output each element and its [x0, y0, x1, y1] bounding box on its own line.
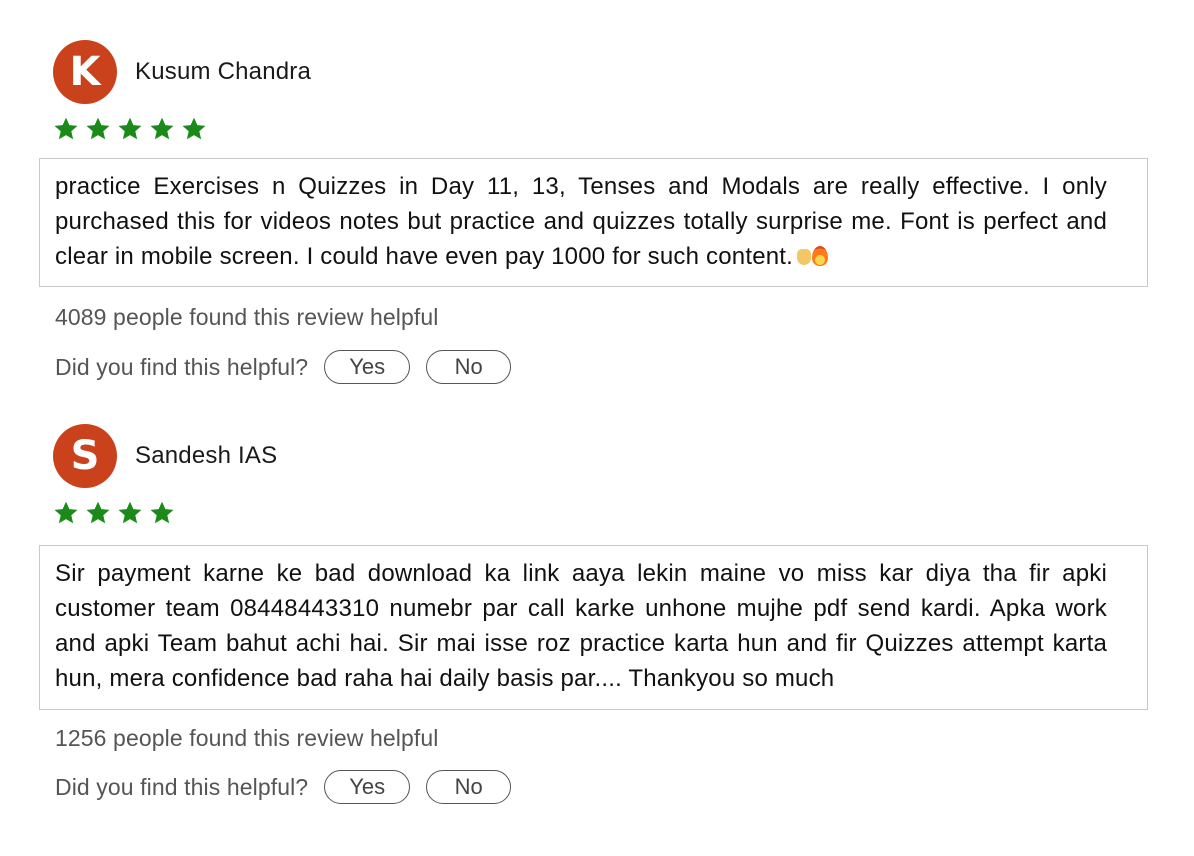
helpful-count: 4089 people found this review helpful: [55, 304, 439, 330]
helpful-feedback-row: Did you find this helpful? Yes No: [55, 770, 512, 804]
review-text-box: practice Exercises n Quizzes in Day 11, …: [39, 158, 1148, 287]
star-icon: [118, 501, 142, 524]
yes-button[interactable]: Yes: [324, 770, 411, 804]
star-icon: [150, 501, 174, 524]
reviewer-name: Kusum Chandra: [135, 58, 312, 85]
star-rating: [53, 500, 175, 526]
review-text-box: Sir payment karne ke bad download ka lin…: [39, 545, 1148, 710]
reviewer-name: Sandesh IAS: [135, 442, 278, 469]
star-icon: [150, 117, 174, 140]
review-text: practice Exercises n Quizzes in Day 11, …: [55, 173, 1107, 270]
helpful-count: 1256 people found this review helpful: [55, 725, 439, 751]
helpful-feedback-row: Did you find this helpful? Yes No: [55, 350, 512, 384]
fire-emoji-icon: [812, 246, 829, 266]
hand-emoji-icon: [797, 249, 812, 265]
no-button[interactable]: No: [426, 770, 512, 804]
emoji-group: [797, 241, 829, 276]
review-text: Sir payment karne ke bad download ka lin…: [55, 560, 1107, 692]
reviewer-header: S Sandesh IAS: [53, 424, 277, 488]
yes-button[interactable]: Yes: [324, 350, 411, 384]
avatar: S: [53, 424, 117, 488]
reviewer-header: K Kusum Chandra: [53, 40, 311, 104]
star-icon: [54, 117, 78, 140]
star-icon: [118, 117, 142, 140]
helpful-question: Did you find this helpful?: [55, 353, 309, 380]
star-icon: [86, 117, 110, 140]
star-rating: [53, 116, 207, 142]
helpful-question: Did you find this helpful?: [55, 773, 309, 800]
avatar: K: [53, 40, 117, 104]
no-button[interactable]: No: [426, 350, 512, 384]
star-icon: [86, 501, 110, 524]
star-icon: [182, 117, 206, 140]
star-icon: [54, 501, 78, 524]
